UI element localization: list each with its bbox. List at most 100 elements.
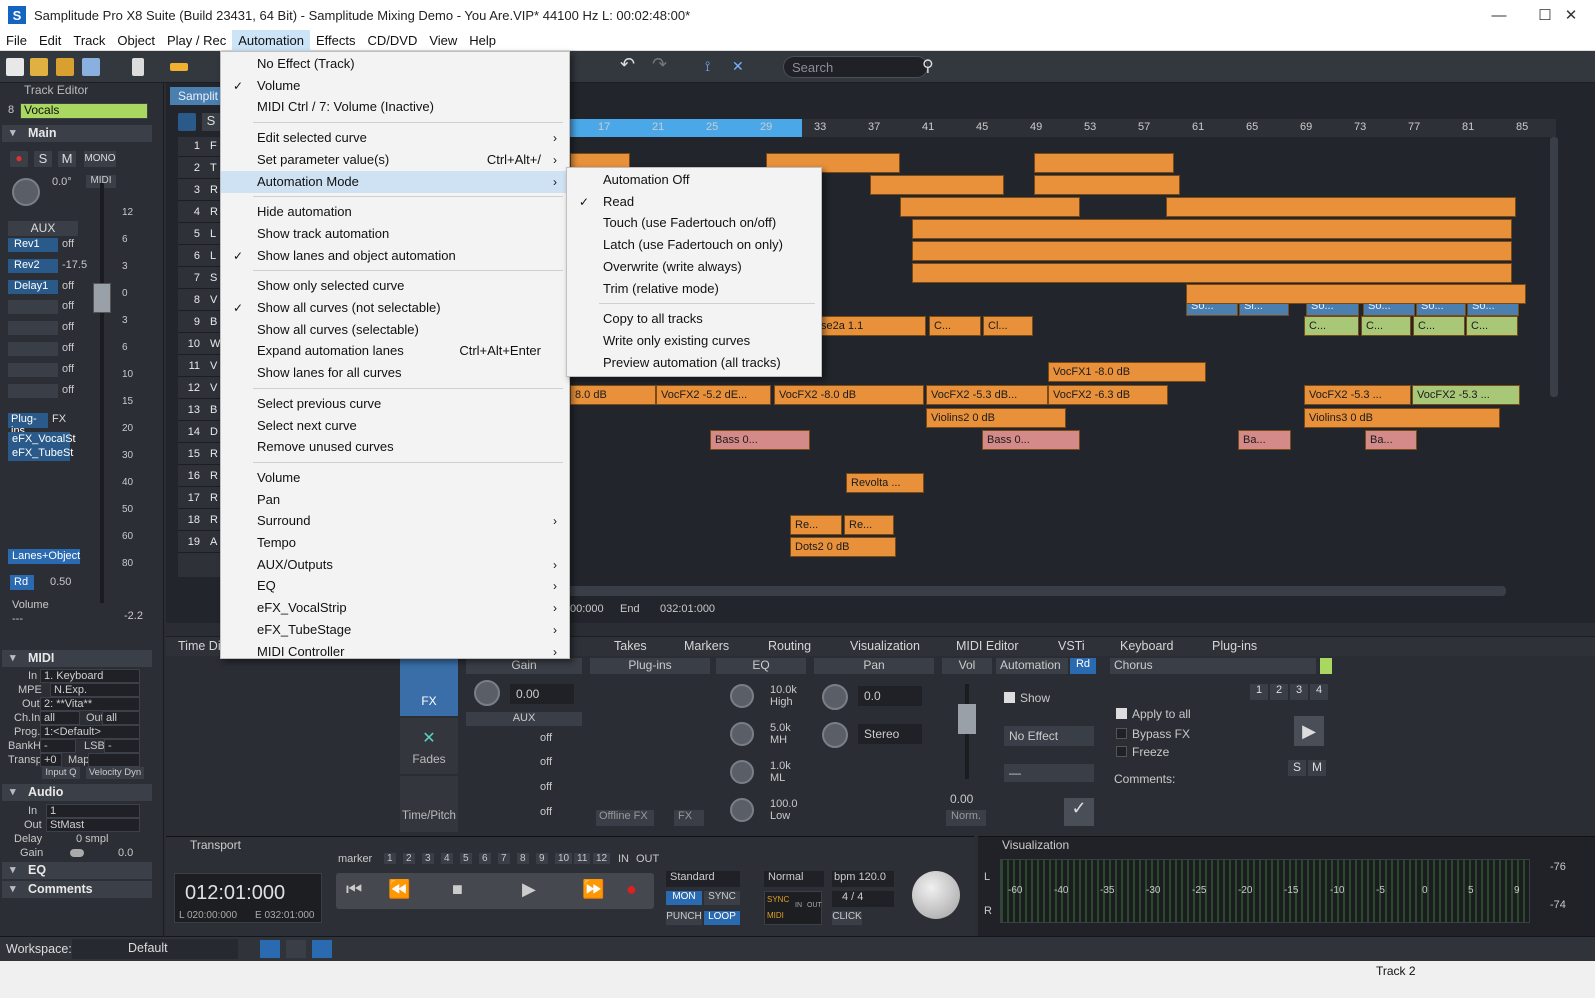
rewind-icon[interactable]: ⏪ bbox=[388, 879, 410, 900]
automation-param-select[interactable]: No Effect bbox=[1004, 726, 1094, 746]
bankhi-field[interactable]: - bbox=[40, 739, 76, 753]
menu-edit[interactable]: Edit bbox=[33, 30, 67, 51]
audio-object[interactable]: Violins2 0 dB bbox=[926, 408, 1066, 428]
audio-object[interactable]: Ba... bbox=[1365, 430, 1417, 450]
menu-item[interactable]: Edit selected curve › bbox=[221, 127, 569, 149]
tab-vsti[interactable]: VSTi bbox=[1058, 639, 1085, 653]
menu-item[interactable]: EQ › bbox=[221, 575, 569, 597]
signature-field[interactable]: 4 / 4 bbox=[832, 891, 894, 907]
menu-item[interactable]: Pan bbox=[221, 489, 569, 511]
menu-effects[interactable]: Effects bbox=[310, 30, 362, 51]
tab-visualization[interactable]: Visualization bbox=[850, 639, 920, 653]
menu-item[interactable]: Show all curves (selectable) bbox=[221, 319, 569, 341]
map-select[interactable] bbox=[88, 753, 140, 767]
vertical-scrollbar[interactable] bbox=[1550, 137, 1558, 397]
apply-all-checkbox[interactable] bbox=[1116, 708, 1127, 719]
gain-knob[interactable] bbox=[474, 680, 500, 706]
time-display[interactable]: 012:01:000 L 020:00:000 E 032:01:000 bbox=[174, 873, 322, 923]
preset-4-button[interactable]: 4 bbox=[1310, 684, 1328, 700]
preset-1-button[interactable]: 1 bbox=[1250, 684, 1268, 700]
stop-icon[interactable]: ■ bbox=[452, 879, 463, 900]
freeze-checkbox[interactable] bbox=[1116, 746, 1127, 757]
jog-wheel[interactable] bbox=[912, 871, 960, 919]
submenu-item[interactable]: Latch (use Fadertouch on only) bbox=[567, 234, 821, 256]
audio-object[interactable]: Bass 0... bbox=[710, 430, 810, 450]
submenu-item[interactable]: Trim (relative mode) bbox=[567, 278, 821, 300]
mon-button[interactable]: MON bbox=[666, 891, 702, 905]
bpm-field[interactable]: bpm 120.0 bbox=[832, 871, 894, 887]
eq-band-knob[interactable] bbox=[730, 684, 754, 708]
record-icon[interactable]: ● bbox=[626, 879, 637, 900]
audio-object[interactable]: Cl... bbox=[983, 316, 1033, 336]
ch-out-select[interactable]: all bbox=[102, 711, 140, 725]
audio-object[interactable]: VocFX2 -5.3 dB... bbox=[926, 385, 1048, 405]
automation-edit-icon[interactable]: ✓ bbox=[1064, 798, 1094, 826]
menu-item[interactable]: AUX/Outputs › bbox=[221, 554, 569, 576]
menu-item[interactable]: Set parameter value(s) Ctrl+Alt+/ › bbox=[221, 149, 569, 171]
menu-item[interactable]: Show lanes and object automation ✓ bbox=[221, 245, 569, 267]
menu-object[interactable]: Object bbox=[111, 30, 161, 51]
menu-item[interactable]: Automation Mode › bbox=[221, 170, 569, 193]
stereo-field[interactable]: Stereo bbox=[858, 724, 922, 744]
audio-object[interactable]: C... bbox=[1466, 316, 1518, 336]
eq-band-knob[interactable] bbox=[730, 798, 754, 822]
midi-out-select[interactable]: 2: **Vita** bbox=[40, 697, 140, 711]
tab-takes[interactable]: Takes bbox=[614, 639, 647, 653]
horizontal-scrollbar[interactable] bbox=[566, 586, 1506, 596]
mono-button[interactable]: MONO bbox=[84, 151, 116, 167]
menu-item[interactable]: Show lanes for all curves bbox=[221, 362, 569, 384]
offline-fx-select[interactable]: Offline FX bbox=[596, 810, 654, 826]
marker-button[interactable]: 9 bbox=[536, 853, 548, 864]
menu-item[interactable]: Volume bbox=[221, 467, 569, 489]
send-1-name[interactable]: Rev1 bbox=[8, 238, 58, 252]
marker-button[interactable]: 11 bbox=[574, 853, 591, 864]
tab-markers[interactable]: Markers bbox=[684, 639, 729, 653]
redo-icon[interactable]: ↷ bbox=[652, 54, 670, 74]
menu-item[interactable]: eFX_VocalStrip › bbox=[221, 597, 569, 619]
menu-cd-dvd[interactable]: CD/DVD bbox=[362, 30, 424, 51]
workspace-select[interactable]: Default bbox=[72, 939, 238, 959]
menu-item[interactable]: Show all curves (not selectable) ✓ bbox=[221, 297, 569, 319]
audio-object[interactable]: Revolta ... bbox=[846, 473, 924, 493]
sync-button[interactable]: SYNC bbox=[704, 891, 740, 905]
input-q-button[interactable]: Input Q bbox=[42, 767, 80, 779]
norm-button[interactable]: Norm. bbox=[946, 810, 986, 826]
send-2-name[interactable]: Rev2 bbox=[8, 258, 58, 273]
menu-view[interactable]: View bbox=[423, 30, 463, 51]
tab-keyboard[interactable]: Keyboard bbox=[1120, 639, 1174, 653]
menu-item[interactable]: Show only selected curve bbox=[221, 275, 569, 297]
menu-item[interactable]: No Effect (Track) bbox=[221, 53, 569, 75]
send-5-name[interactable] bbox=[8, 321, 58, 336]
normal-select[interactable]: Normal bbox=[764, 871, 824, 887]
audio-object[interactable]: Violins3 0 dB bbox=[1304, 408, 1500, 428]
audio-out-select[interactable]: StMast bbox=[46, 818, 140, 832]
tab-midi-editor[interactable]: MIDI Editor bbox=[956, 639, 1019, 653]
layout-3-icon[interactable] bbox=[312, 940, 332, 958]
send-4-name[interactable] bbox=[8, 300, 58, 315]
open-project-icon[interactable] bbox=[56, 58, 74, 76]
plugin-open-icon[interactable]: ▶ bbox=[1294, 716, 1324, 746]
lanes-object-button[interactable]: Lanes+Object bbox=[8, 549, 80, 564]
audio-object[interactable]: se2a 1.1 bbox=[816, 316, 926, 336]
track-name-field[interactable]: Vocals bbox=[20, 103, 148, 119]
main-section-header[interactable]: Main bbox=[2, 125, 152, 142]
close-button[interactable]: ✕ bbox=[1548, 0, 1594, 30]
draw-tool-icon[interactable] bbox=[170, 63, 188, 71]
menu-file[interactable]: File bbox=[0, 30, 33, 51]
send-8-name[interactable] bbox=[8, 383, 58, 398]
audio-object[interactable]: C... bbox=[1304, 316, 1359, 336]
menu-item[interactable]: Expand automation lanes Ctrl+Alt+Enter bbox=[221, 340, 569, 362]
audio-object[interactable]: 8.0 dB bbox=[570, 385, 656, 405]
pointer-tool-icon[interactable] bbox=[132, 58, 144, 76]
undo-icon[interactable]: ↶ bbox=[620, 54, 638, 74]
audio-object[interactable] bbox=[870, 175, 1004, 195]
audio-object[interactable]: C... bbox=[1413, 316, 1465, 336]
rewind-start-icon[interactable]: ⏮ bbox=[346, 879, 362, 900]
audio-object[interactable] bbox=[912, 219, 1512, 239]
audio-object[interactable] bbox=[912, 263, 1512, 283]
marker-button[interactable]: 4 bbox=[441, 853, 453, 864]
send-7-name[interactable] bbox=[8, 362, 58, 377]
menu-automation[interactable]: Automation bbox=[232, 29, 310, 51]
eq-band-knob[interactable] bbox=[730, 722, 754, 746]
prog-select[interactable]: 1:<Default> bbox=[40, 725, 140, 739]
